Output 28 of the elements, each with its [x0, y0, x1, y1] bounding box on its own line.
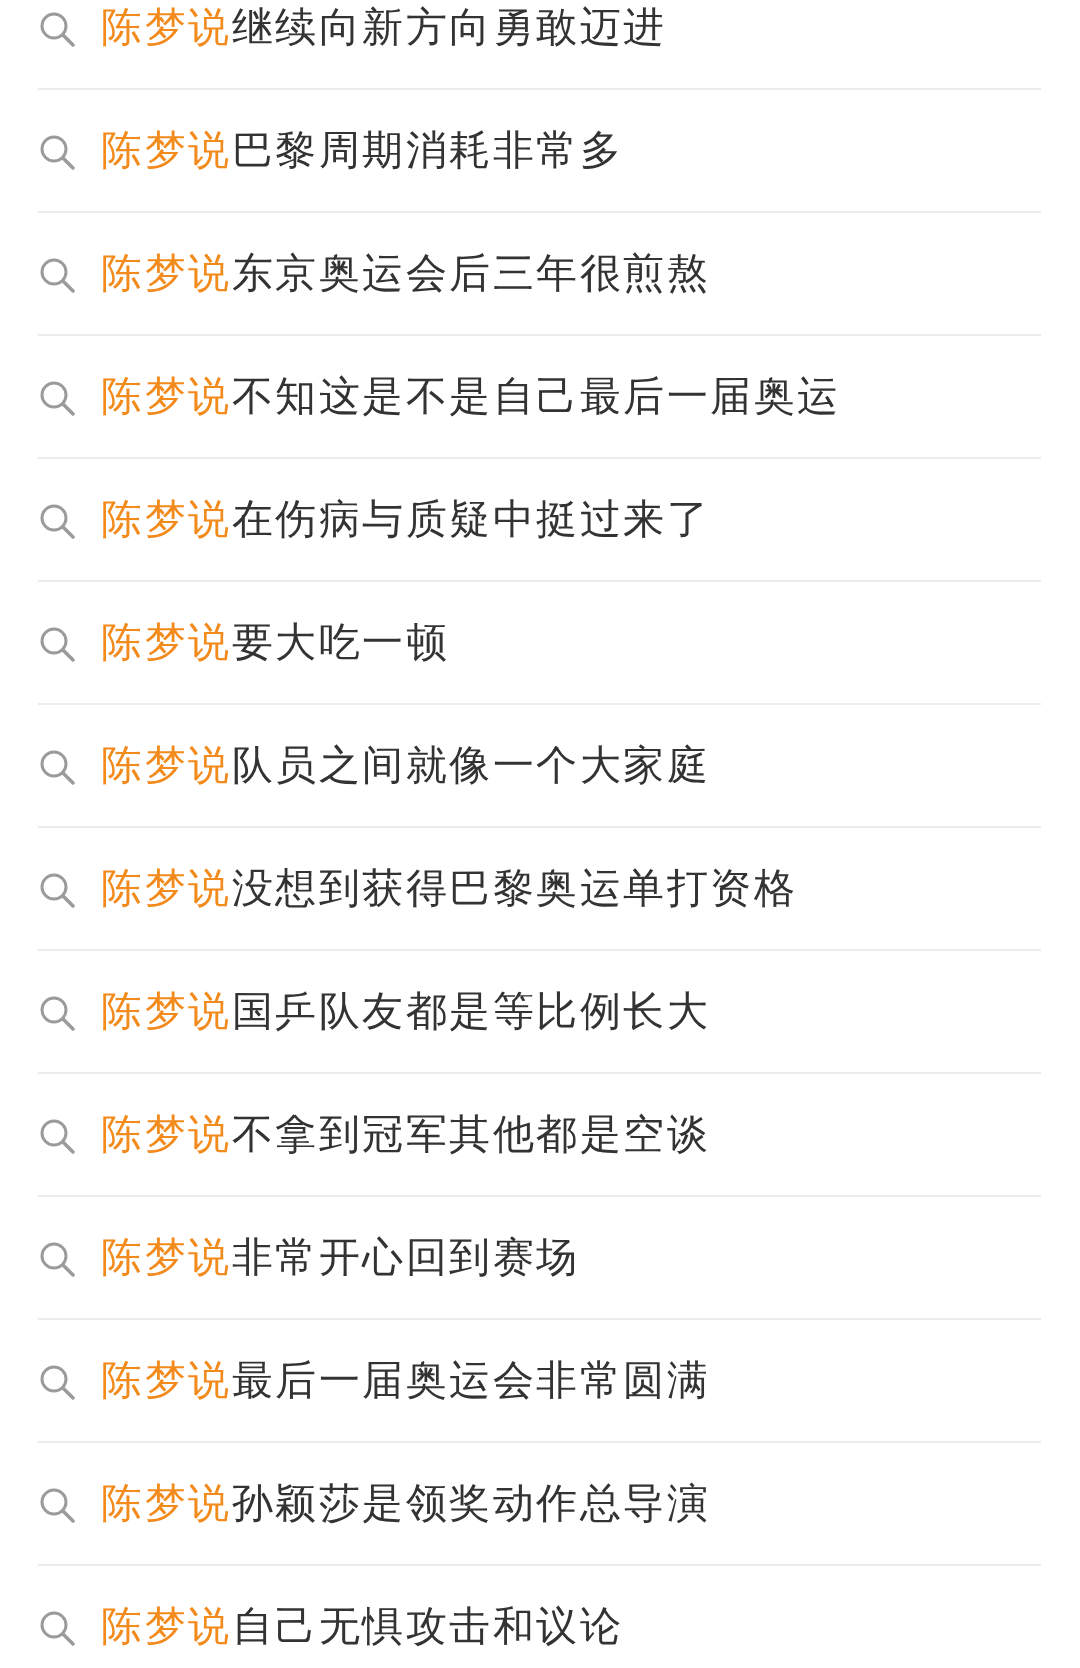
search-icon: [39, 748, 75, 785]
suggestion-link[interactable]: 陈梦说要大吃一顿: [101, 617, 449, 668]
suggestion-link[interactable]: 陈梦说非常开心回到赛场: [101, 1232, 580, 1283]
suggestion-link[interactable]: 陈梦说 自己无惧攻击和议论: [101, 1601, 623, 1652]
search-icon: [39, 871, 75, 908]
search-icon: [39, 1240, 75, 1277]
search-icon: [39, 625, 75, 662]
search-icon: [39, 502, 75, 539]
suggestion-link[interactable]: 陈梦说东京奥运会后三年很煎熬: [101, 248, 710, 299]
suggestion-link[interactable]: 陈梦说国乒队友都是等比例长大: [101, 986, 710, 1037]
search-icon: [39, 1117, 75, 1154]
suggestion-link[interactable]: 陈梦说继续向新方向勇敢迈进: [101, 2, 667, 53]
search-icon: [39, 1486, 75, 1523]
search-icon: [39, 1363, 75, 1400]
search-icon: [39, 379, 75, 416]
search-icon: [39, 10, 75, 47]
suggestion-link[interactable]: 陈梦说孙颖莎是领奖动作总导演: [101, 1478, 710, 1529]
search-icon: [39, 1609, 75, 1646]
search-icon: [39, 256, 75, 293]
search-icon: [39, 994, 75, 1031]
suggestion-link[interactable]: 陈梦说不知这是不是自己最后一届奥运: [101, 371, 841, 422]
suggestion-link[interactable]: 陈梦说巴黎周期消耗非常多: [101, 125, 623, 176]
suggestion-link[interactable]: 陈梦说在伤病与质疑中挺过来了: [101, 494, 710, 545]
suggestion-link[interactable]: 陈梦说最后一届奥运会非常圆满: [101, 1355, 710, 1406]
search-icon: [39, 133, 75, 170]
suggestion-link[interactable]: 陈梦说没想到获得巴黎奥运单打资格: [101, 863, 797, 914]
suggestion-link[interactable]: 陈梦说不拿到冠军其他都是空谈: [101, 1109, 710, 1160]
suggestion-link[interactable]: 陈梦说队员之间就像一个大家庭: [101, 740, 710, 791]
